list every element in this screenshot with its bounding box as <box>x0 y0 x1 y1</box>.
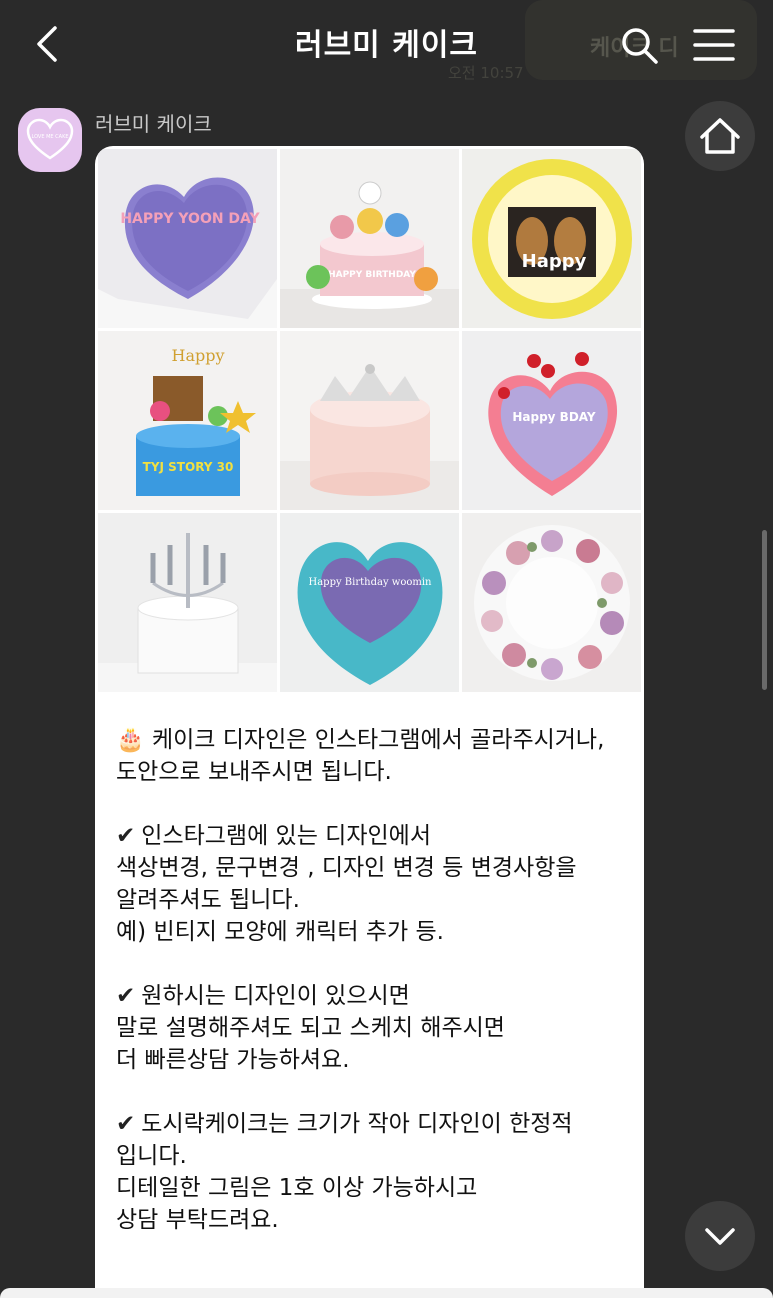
message-intro: 🎂 케이크 디자인은 인스타그램에서 골라주시거나, 도안으로 보내주시면 됩니… <box>116 724 631 788</box>
search-icon <box>622 28 658 64</box>
toy-story-cake-image: TYJ STORY 30 Happy <box>98 331 277 510</box>
ghost-overlay-subtext: 오전 10:57 <box>448 64 524 82</box>
point-3-text: 도시락케이크는 크기가 작아 디자인이 한정적 입니다. 디테일한 그림은 1호… <box>116 1111 573 1233</box>
check-mark-icon: ✔ <box>116 1111 136 1137</box>
cake-image[interactable]: Happy <box>462 149 641 328</box>
crown-cake-image <box>280 331 459 510</box>
home-button[interactable] <box>685 101 755 171</box>
message-bubble: HAPPY YOON DAY HAPPY BIRTHDAY Happy TYJ … <box>95 146 644 1298</box>
check-mark-icon: ✔ <box>116 983 136 1009</box>
cake-image[interactable]: HAPPY BIRTHDAY <box>280 149 459 328</box>
flower-wreath-cake-image <box>462 513 641 692</box>
chat-screen: 케이크 디 오전 10:57 러브미 케이크 LOVE ME CAKE 러브미 … <box>0 0 773 1298</box>
cake-image[interactable]: HAPPY YOON DAY <box>98 149 277 328</box>
home-icon <box>700 118 740 154</box>
cake-image[interactable] <box>462 513 641 692</box>
pororo-character-cake-image: HAPPY BIRTHDAY <box>280 149 459 328</box>
cake-caption: TYJ STORY 30 <box>143 460 234 474</box>
candelabra-cake-image <box>98 513 277 692</box>
sender-avatar[interactable]: LOVE ME CAKE <box>18 108 82 172</box>
image-grid: HAPPY YOON DAY HAPPY BIRTHDAY Happy TYJ … <box>98 149 641 693</box>
point-1-text: 인스타그램에 있는 디자인에서 색상변경, 문구변경 , 디자인 변경 등 변경… <box>116 823 577 945</box>
menu-button[interactable] <box>692 24 736 66</box>
message-text: 🎂 케이크 디자인은 인스타그램에서 골라주시거나, 도안으로 보내주시면 됩니… <box>116 724 631 1268</box>
cake-caption: HAPPY YOON DAY <box>120 211 260 227</box>
birthday-cake-icon: 🎂 <box>116 727 145 753</box>
dog-photo-cake-image: Happy <box>462 149 641 328</box>
cake-image[interactable] <box>280 331 459 510</box>
scrollbar[interactable] <box>762 530 767 690</box>
cake-caption: Happy Birthday woomin <box>308 577 432 588</box>
cake-image[interactable]: Happy Birthday woomin <box>280 513 459 692</box>
cake-caption: HAPPY BIRTHDAY <box>328 270 416 280</box>
intro-text: 케이크 디자인은 인스타그램에서 골라주시거나, 도안으로 보내주시면 됩니다. <box>116 727 605 785</box>
purple-heart-cake-image: HAPPY YOON DAY <box>98 149 277 328</box>
input-bar-edge <box>0 1288 773 1298</box>
cherry-heart-cake-image: Happy BDAY <box>462 331 641 510</box>
svg-text:Happy: Happy <box>171 346 224 365</box>
search-button[interactable] <box>618 24 660 66</box>
hamburger-menu-icon <box>693 29 735 61</box>
check-mark-icon: ✔ <box>116 823 136 849</box>
point-2-text: 원하시는 디자인이 있으시면 말로 설명해주셔도 되고 스케치 해주시면 더 빠… <box>116 983 505 1073</box>
top-bar: 케이크 디 오전 10:57 러브미 케이크 <box>0 0 773 90</box>
heart-logo-icon: LOVE ME CAKE <box>26 118 74 160</box>
scroll-down-button[interactable] <box>685 1201 755 1271</box>
cake-caption: Happy <box>522 251 587 272</box>
sender-name: 러브미 케이크 <box>95 112 212 136</box>
cake-image[interactable]: TYJ STORY 30 Happy <box>98 331 277 510</box>
avatar-logo-text: LOVE ME CAKE <box>31 134 68 140</box>
chevron-down-icon <box>705 1228 735 1245</box>
cake-caption: Happy BDAY <box>512 410 596 424</box>
cake-image[interactable] <box>98 513 277 692</box>
message-point-1: ✔ 인스타그램에 있는 디자인에서 색상변경, 문구변경 , 디자인 변경 등 변… <box>116 820 631 948</box>
blue-heart-cake-image: Happy Birthday woomin <box>280 513 459 692</box>
message-point-2: ✔ 원하시는 디자인이 있으시면 말로 설명해주셔도 되고 스케치 해주시면 더 … <box>116 980 631 1076</box>
message-point-3: ✔ 도시락케이크는 크기가 작아 디자인이 한정적 입니다. 디테일한 그림은 1… <box>116 1108 631 1236</box>
cake-image[interactable]: Happy BDAY <box>462 331 641 510</box>
